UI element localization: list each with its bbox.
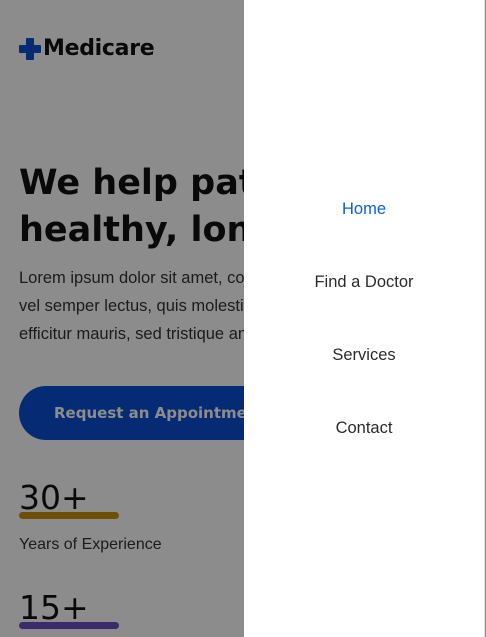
- side-navigation-drawer: Home Find a Doctor Services Contact: [244, 0, 485, 637]
- nav-item-services[interactable]: Services: [244, 344, 484, 366]
- page: Medicare We help patients live a healthy…: [0, 0, 486, 637]
- nav-item-contact[interactable]: Contact: [244, 417, 484, 439]
- nav-item-find-a-doctor[interactable]: Find a Doctor: [244, 271, 484, 293]
- nav-item-home[interactable]: Home: [244, 198, 484, 220]
